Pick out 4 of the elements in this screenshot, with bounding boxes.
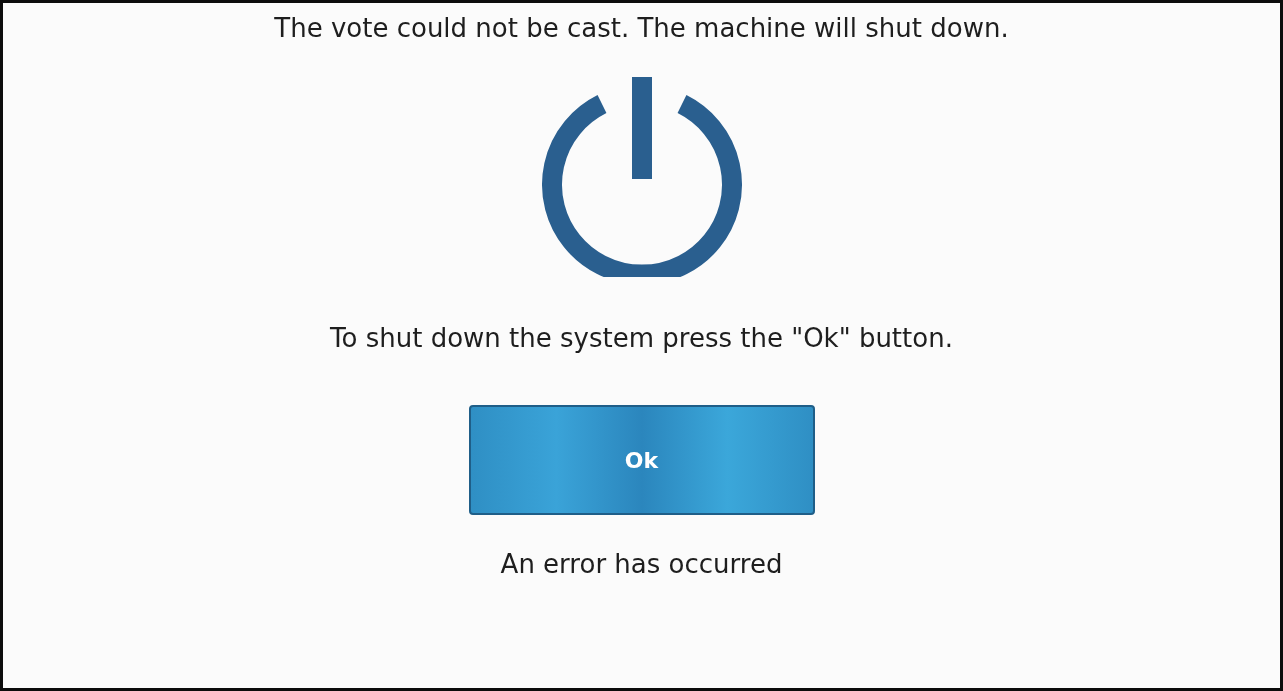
instruction-text: To shut down the system press the "Ok" button. xyxy=(330,323,953,353)
status-text: An error has occurred xyxy=(500,549,783,579)
ok-button[interactable]: Ok xyxy=(468,405,815,515)
error-message: The vote could not be cast. The machine will shut down. xyxy=(274,13,1009,43)
